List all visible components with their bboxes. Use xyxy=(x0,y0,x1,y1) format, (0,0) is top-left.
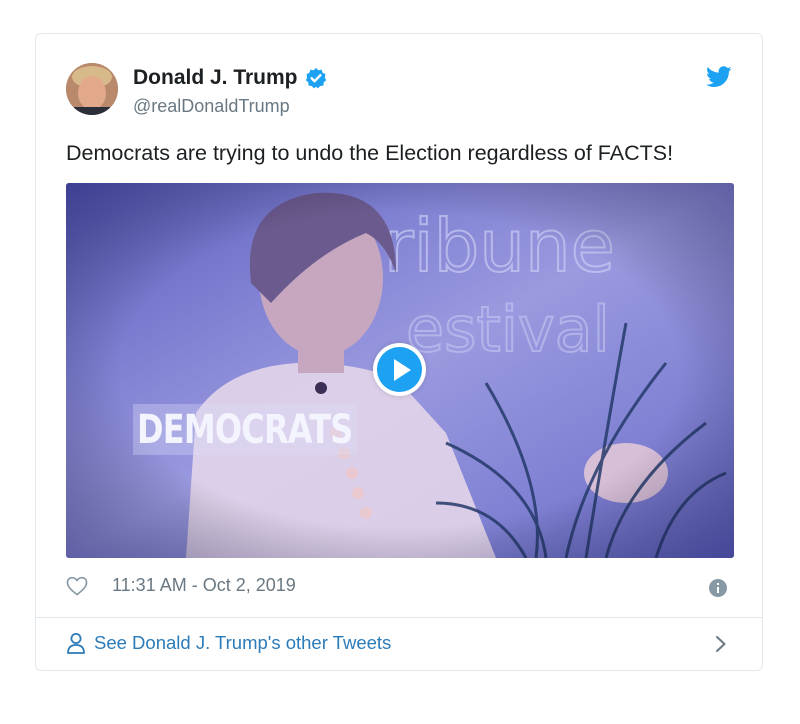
avatar-image xyxy=(66,63,118,115)
see-other-tweets-label[interactable]: See Donald J. Trump's other Tweets xyxy=(94,632,391,654)
author-name-row[interactable]: Donald J. Trump xyxy=(133,66,327,90)
heart-icon[interactable] xyxy=(66,576,88,596)
see-other-tweets-link[interactable]: See Donald J. Trump's other Tweets xyxy=(66,632,391,654)
info-icon[interactable] xyxy=(709,579,727,597)
tweet-card: Donald J. Trump @realDonaldTrump Democra… xyxy=(35,33,763,671)
author-name[interactable]: Donald J. Trump xyxy=(133,66,298,90)
video-overlay-caption: DEMOCRATS xyxy=(133,404,358,455)
play-button[interactable] xyxy=(373,343,426,396)
person-icon xyxy=(67,633,85,654)
author-handle[interactable]: @realDonaldTrump xyxy=(133,96,290,117)
twitter-bird-icon[interactable] xyxy=(706,66,732,88)
play-icon xyxy=(394,359,411,381)
tweet-meta: 11:31 AM - Oct 2, 2019 xyxy=(66,575,296,596)
tweet-timestamp[interactable]: 11:31 AM - Oct 2, 2019 xyxy=(112,575,296,596)
avatar[interactable] xyxy=(66,63,118,115)
video-player[interactable]: ribune estival xyxy=(66,183,734,558)
chevron-right-icon[interactable] xyxy=(715,635,727,653)
verified-badge-icon xyxy=(305,68,326,89)
divider xyxy=(36,617,762,618)
tweet-text: Democrats are trying to undo the Electio… xyxy=(66,141,674,165)
